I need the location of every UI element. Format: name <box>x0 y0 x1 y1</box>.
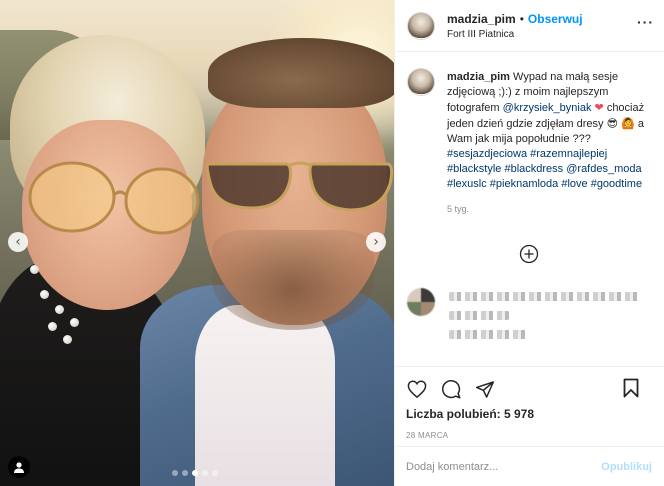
hashtag-links[interactable]: #lexuslc #pieknamloda #love #goodtime <box>447 178 642 190</box>
photo-woman-glasses <box>28 161 200 235</box>
mention-link[interactable]: @rafdes_moda <box>566 163 641 175</box>
post-header: madzia_pim • Obserwuj Fort III Piatnica … <box>395 0 664 52</box>
carousel-dot <box>202 470 208 476</box>
blurred-text <box>449 311 509 320</box>
like-button[interactable] <box>406 378 428 400</box>
plus-circle-icon[interactable] <box>519 244 539 264</box>
heart-emoji: ❤ <box>594 101 604 114</box>
separator-dot: • <box>519 11 524 26</box>
comment-avatar <box>407 288 435 316</box>
carousel-prev-button[interactable]: ‹ <box>8 232 28 252</box>
caption-age: 5 tyg. <box>447 204 470 214</box>
comment-button[interactable] <box>440 378 462 400</box>
add-comment-bar: Opublikuj <box>394 446 664 486</box>
save-button[interactable] <box>620 377 642 399</box>
share-button[interactable] <box>474 378 496 400</box>
photo-man-beard <box>212 230 374 330</box>
post-actions-section: Liczba polubień: 5 978 28 MARCA <box>394 366 664 440</box>
caption-username[interactable]: madzia_pim <box>447 71 510 83</box>
carousel-dot <box>212 470 218 476</box>
carousel-next-button[interactable]: › <box>366 232 386 252</box>
caption-avatar[interactable] <box>407 68 435 96</box>
photo-man-sunglasses <box>205 161 394 212</box>
photo-man-shirt <box>195 305 335 486</box>
location-link[interactable]: Fort III Piatnica <box>447 29 583 40</box>
avatar[interactable] <box>407 11 435 40</box>
photo-pearl <box>70 318 79 327</box>
photo-pearl <box>40 290 49 299</box>
blurred-comment <box>407 288 639 349</box>
photo-man-hair <box>208 38 394 108</box>
photo-pearl <box>63 335 72 344</box>
bookmark-icon <box>623 378 639 398</box>
blurred-text <box>449 292 639 301</box>
heart-icon <box>407 380 427 398</box>
carousel-dot-active <box>192 470 198 476</box>
carousel-indicator <box>172 470 218 476</box>
share-icon <box>475 380 495 398</box>
publish-button[interactable]: Opublikuj <box>601 461 652 473</box>
caption-text: madzia_pim Wypad na małą sesje zdjęciową… <box>447 70 649 192</box>
more-icon[interactable]: ··· <box>637 14 654 30</box>
follow-button[interactable]: Obserwuj <box>528 12 583 26</box>
post-photo[interactable]: ‹ › <box>0 0 394 486</box>
photo-pearl <box>48 322 57 331</box>
comment-input[interactable] <box>406 460 602 473</box>
photo-pearl <box>30 265 39 274</box>
photo-pearl <box>55 305 64 314</box>
username-link[interactable]: madzia_pim <box>447 12 516 26</box>
mention-link[interactable]: @krzysiek_byniak <box>503 102 592 114</box>
user-tag-icon <box>14 462 24 473</box>
post-date: 28 MARCA <box>406 431 449 440</box>
blurred-text <box>449 330 529 339</box>
comment-icon <box>442 380 461 399</box>
likes-count[interactable]: Liczba polubień: 5 978 <box>394 401 664 421</box>
tagged-users-button[interactable] <box>8 456 30 478</box>
carousel-dot <box>182 470 188 476</box>
action-bar <box>394 367 664 401</box>
carousel-dot <box>172 470 178 476</box>
woman-gesture-emoji: 🙆 <box>621 117 635 130</box>
caption: madzia_pim Wypad na małą sesje zdjęciową… <box>395 52 664 217</box>
sunglasses-emoji: 😎 <box>606 117 619 130</box>
